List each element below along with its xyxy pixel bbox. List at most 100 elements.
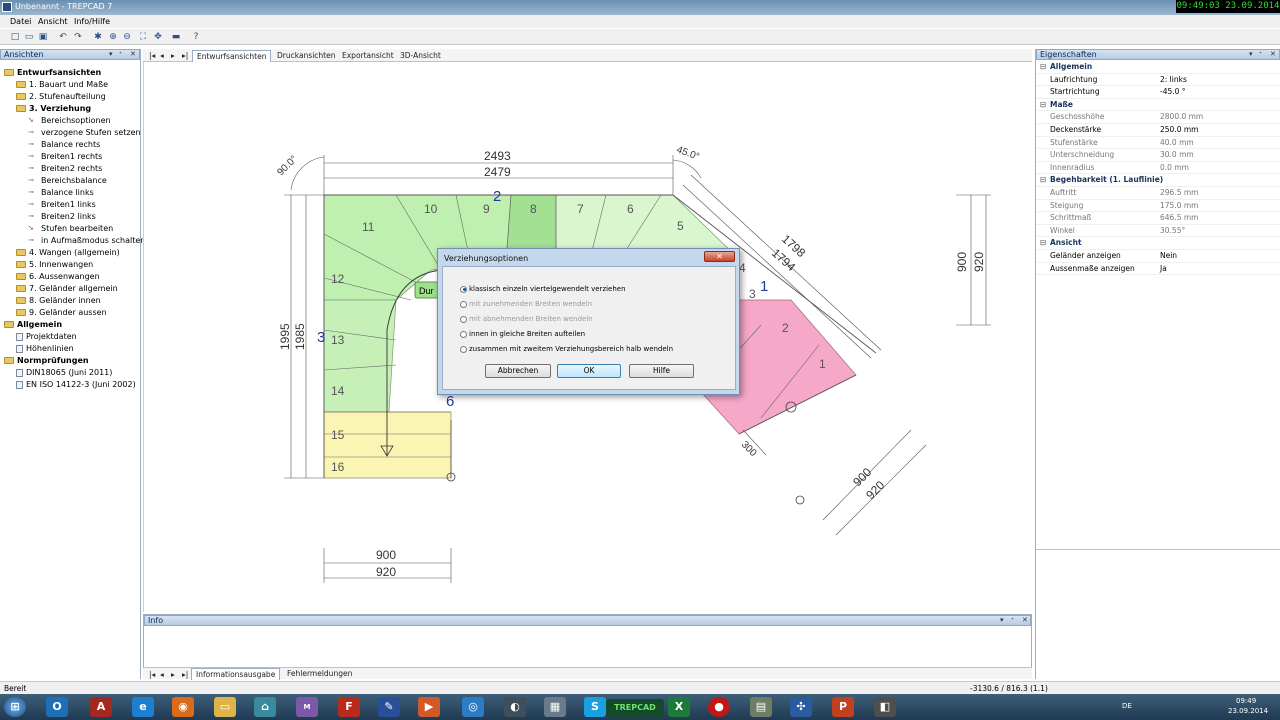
sync-icon[interactable]: ◎ — [462, 697, 484, 717]
property-row[interactable]: Geländer anzeigen Nein — [1036, 250, 1280, 263]
tree-item[interactable]: ➘ Bereichsoptionen — [28, 115, 111, 127]
cancel-button[interactable]: Abbrechen — [485, 364, 551, 378]
tree-item[interactable]: Entwurfsansichten — [4, 67, 101, 79]
tree-icon[interactable]: ✣ — [790, 697, 812, 717]
panel-menu-icon[interactable]: ▾ — [1000, 616, 1004, 625]
media-icon[interactable]: ▶ — [418, 697, 440, 717]
zoom-in-icon[interactable]: ⊕ — [107, 31, 119, 43]
tab-druckansichten[interactable]: Druckansichten — [273, 50, 339, 62]
misc-icon[interactable]: ◧ — [874, 697, 896, 717]
zoom-extents-icon[interactable]: ✥ — [152, 31, 164, 43]
tree-item[interactable]: 8. Geländer innen — [16, 295, 101, 307]
filezilla-icon[interactable]: F — [338, 697, 360, 717]
property-row[interactable]: Startrichtung -45.0 ° — [1036, 86, 1280, 99]
option-equal-widths-radio[interactable]: innen in gleiche Breiten aufteilen — [460, 329, 585, 339]
tab-informationsausgabe[interactable]: Informationsausgabe — [191, 668, 281, 680]
panel-pin-icon[interactable]: ᐩ — [1259, 50, 1262, 59]
undo-icon[interactable]: ↶ — [57, 31, 69, 43]
tools-icon[interactable]: ✱ — [92, 31, 104, 43]
property-group[interactable]: ⊟ Allgemein — [1036, 61, 1280, 74]
tree-item[interactable]: 9. Geländer aussen — [16, 307, 107, 319]
record-icon[interactable]: ● — [708, 697, 730, 717]
tree-item[interactable]: 1. Bauart und Maße — [16, 79, 108, 91]
tool-icon[interactable]: ◐ — [504, 697, 526, 717]
help-button[interactable]: Hilfe — [629, 364, 694, 378]
property-group[interactable]: ⊟ Ansicht — [1036, 237, 1280, 250]
collapse-icon[interactable]: ⊟ — [1040, 99, 1046, 112]
tree-item[interactable]: Höhenlinien — [16, 343, 74, 355]
collapse-icon[interactable]: ⊟ — [1040, 174, 1046, 187]
firefox-icon[interactable]: ◉ — [172, 697, 194, 717]
property-row[interactable]: Aussenmaße anzeigen Ja — [1036, 263, 1280, 276]
tab-fehlermeldungen[interactable]: Fehlermeldungen — [283, 668, 356, 680]
tree-item[interactable]: 3. Verziehung — [16, 103, 91, 115]
property-group[interactable]: ⊟ Maße — [1036, 99, 1280, 112]
panel-close-icon[interactable]: ✕ — [1022, 616, 1028, 625]
property-row[interactable]: Stufenstärke 40.0 mm — [1036, 137, 1280, 150]
new-icon[interactable]: □ — [9, 31, 21, 43]
property-row[interactable]: Geschosshöhe 2800.0 mm — [1036, 111, 1280, 124]
tree-item[interactable]: DIN18065 (Juni 2011) — [16, 367, 112, 379]
panel-close-icon[interactable]: ✕ — [130, 50, 136, 59]
tree-item[interactable]: ⊸ Balance rechts — [28, 139, 100, 151]
tree-item[interactable]: 5. Innenwangen — [16, 259, 93, 271]
language-indicator[interactable]: DE — [1122, 702, 1132, 710]
tab-exportansicht[interactable]: Exportansicht — [338, 50, 398, 62]
powerpoint-icon[interactable]: P — [832, 697, 854, 717]
cad-icon[interactable]: ✎ — [378, 697, 400, 717]
tree-item[interactable]: EN ISO 14122-3 (Juni 2002) — [16, 379, 136, 391]
property-row[interactable]: Schrittmaß 646.5 mm — [1036, 212, 1280, 225]
tab-nav-prev-icon[interactable]: ◂ — [156, 669, 168, 681]
panel-close-icon[interactable]: ✕ — [1270, 50, 1276, 59]
menu-ansicht[interactable]: Ansicht — [38, 17, 68, 26]
tree-item[interactable]: ⊸ Breiten2 rechts — [28, 163, 102, 175]
dialog-close-button[interactable]: ✕ — [704, 251, 735, 262]
archive-icon[interactable]: ▤ — [750, 697, 772, 717]
property-group[interactable]: ⊟ Begehbarkeit (1. Lauflinie) — [1036, 174, 1280, 187]
ie-icon[interactable]: e — [132, 697, 154, 717]
trepcad-taskbar-button[interactable]: TREPCAD — [606, 699, 664, 717]
property-row[interactable]: Deckenstärke 250.0 mm — [1036, 124, 1280, 137]
zoom-window-icon[interactable]: ⛶ — [137, 31, 149, 43]
ok-button[interactable]: OK — [557, 364, 621, 378]
tree-item[interactable]: ⊸ in Aufmaßmodus schalten — [28, 235, 145, 247]
tree-item[interactable]: ⊸ Breiten1 links — [28, 199, 96, 211]
property-row[interactable]: Auftritt 296.5 mm — [1036, 187, 1280, 200]
collapse-icon[interactable]: ⊟ — [1040, 61, 1046, 74]
tree-item[interactable]: ⊸ Balance links — [28, 187, 94, 199]
property-row[interactable]: Laufrichtung 2: links — [1036, 74, 1280, 87]
outlook-icon[interactable]: O — [46, 697, 68, 717]
tab-nav-next-icon[interactable]: ▸ — [167, 50, 179, 62]
network-icon[interactable]: ⌂ — [254, 697, 276, 717]
tab-nav-next-icon[interactable]: ▸ — [167, 669, 179, 681]
calculator-icon[interactable]: ▦ — [544, 697, 566, 717]
panel-pin-icon[interactable]: ᐩ — [119, 50, 122, 59]
option-half-winding-radio[interactable]: zusammen mit zweitem Verziehungsbereich … — [460, 344, 673, 354]
tab-nav-prev-icon[interactable]: ◂ — [156, 50, 168, 62]
tab-nav-last-icon[interactable]: ▸| — [178, 50, 192, 62]
radio-dot[interactable] — [460, 330, 467, 338]
help-icon[interactable]: ? — [190, 31, 202, 43]
tree-item[interactable]: 2. Stufenaufteilung — [16, 91, 106, 103]
option-classic-radio[interactable]: klassisch einzeln viertelgewendelt verzi… — [460, 284, 626, 294]
marx-icon[interactable]: M — [296, 697, 318, 717]
tree-item[interactable]: ⊸ Breiten1 rechts — [28, 151, 102, 163]
tree-item[interactable]: ⊸ verzogene Stufen setzen — [28, 127, 141, 139]
menu-info-hilfe[interactable]: Info/Hilfe — [74, 17, 110, 26]
property-row[interactable]: Innenradius 0.0 mm — [1036, 162, 1280, 175]
tree-item[interactable]: Projektdaten — [16, 331, 77, 343]
tree-item[interactable]: 6. Aussenwangen — [16, 271, 100, 283]
panel-menu-icon[interactable]: ▾ — [109, 50, 113, 59]
radio-dot[interactable] — [460, 345, 467, 353]
open-icon[interactable]: ▭ — [23, 31, 35, 43]
access-icon[interactable]: A — [90, 697, 112, 717]
panel-menu-icon[interactable]: ▾ — [1249, 50, 1253, 59]
tree-item[interactable]: Normprüfungen — [4, 355, 89, 367]
property-row[interactable]: Steigung 175.0 mm — [1036, 200, 1280, 213]
panel-pin-icon[interactable]: ᐩ — [1011, 616, 1014, 625]
tree-item[interactable]: Allgemein — [4, 319, 62, 331]
menu-datei[interactable]: Datei — [10, 17, 31, 26]
tab-3d-ansicht[interactable]: 3D-Ansicht — [396, 50, 445, 62]
tree-item[interactable]: 7. Geländer allgemein — [16, 283, 118, 295]
explorer-icon[interactable]: ▭ — [214, 697, 236, 717]
